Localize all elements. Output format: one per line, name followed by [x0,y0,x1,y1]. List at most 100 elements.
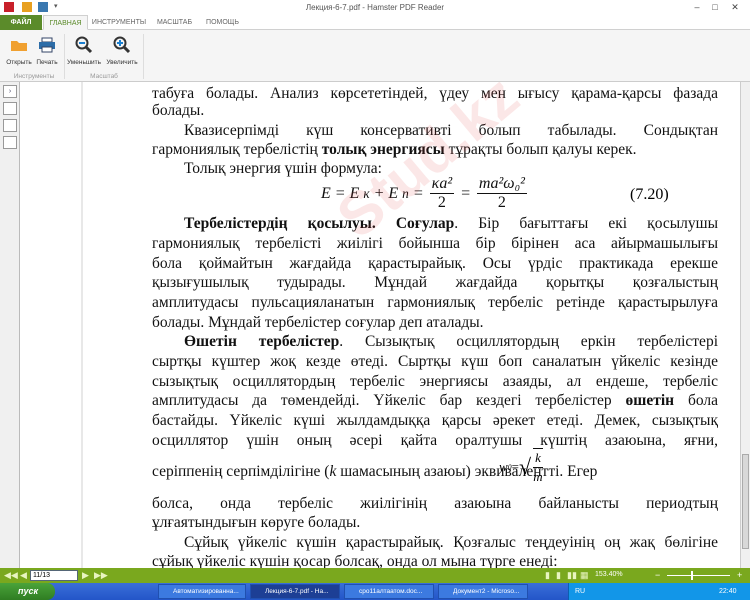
text-segment: тұрақты болып қалуы керек. [444,141,637,158]
text-segment: бола [674,392,718,409]
fraction: ma²ω₀² 2 [476,175,527,212]
text-line: ұлғаятындығын көруге болады. [152,513,718,532]
text-segment: Квазисерпімді күш консервативті болып та… [184,122,718,139]
single-page-icon[interactable]: ▮ [545,571,550,580]
zoom-in-button[interactable]: Увеличить [104,34,140,66]
text-line: бола қоймайтын жағдайда қарастырайық. Ос… [152,254,718,273]
text-segment: Сұйық үйкеліс күшін қарастырайық. Қозғал… [184,534,718,551]
zoom-out-label: Уменьшить [66,59,102,66]
bold-text: Өшетін тербелістер [184,333,340,350]
formula-sub: к [363,185,370,201]
group-label-tools: Инструменты [13,73,55,80]
formula-part: w [499,459,508,474]
next-page-icon[interactable]: ▶ [82,571,89,580]
text-segment: гармониялық тербелістің [152,141,322,158]
close-button[interactable]: ✕ [728,2,742,12]
task-word-doc2[interactable]: Документ2 - Microso... [438,584,528,599]
sqrt-sign: √ [519,454,532,479]
minimize-button[interactable]: – [690,2,704,12]
text-segment: қызығушылық тудырады. Мұндай жағдайда қо… [152,274,718,291]
task-pdf-reader[interactable]: Лекция-6-7.pdf - На... [250,584,340,599]
tab-help[interactable]: ПОМОЩЬ [200,15,245,30]
open-label: Открыть [6,59,32,66]
language-indicator[interactable]: RU [575,583,585,600]
printer-icon [32,34,62,56]
denominator: m [533,469,543,484]
taskbar: пуск Автоматизированна... Лекция-6-7.pdf… [0,583,750,600]
text-segment: болады. [152,102,205,119]
clock: 22:40 [719,588,737,595]
text-line: болса, онда тербеліс жиілігінің азаюына … [152,494,718,513]
bold-text: толық энергиясы [321,141,445,158]
formula-part: = [511,459,520,474]
print-button[interactable]: Печать [32,34,62,66]
grid-icon[interactable]: ▦ [580,571,589,580]
continuous-icon[interactable]: ▮ [556,571,561,580]
scrollbar-thumb[interactable] [742,454,749,549]
fraction: km [533,448,543,486]
text-line: амплитудасы пульсацияланатын гармониялық… [152,293,718,312]
text-segment: сұйық үйкеліс күшін қосар болсақ, онда о… [152,553,558,568]
text-line: осциллятор үшін оның әсері қайта оралтуш… [152,431,718,450]
page-edge [81,82,83,568]
text-segment: бола қоймайтын жағдайда қарастырайық. Ос… [152,255,718,272]
ribbon-tabs: ФАЙЛ ГЛАВНАЯ ИНСТРУМЕНТЫ МАСШТАБ ПОМОЩЬ [0,15,750,30]
tab-zoom[interactable]: МАСШТАБ [152,15,197,30]
bold-text: Тербелістердің қосылуы. Соғулар [184,215,455,232]
first-page-icon[interactable]: ◀◀ [4,571,18,580]
formula-part: + E [373,184,399,202]
status-bar: ◀◀ ◀ 11/13 ▶ ▶▶ ▮ ▮ ▮▮ ▦ 153.40% − + [0,568,750,583]
zoom-out-button[interactable]: Уменьшить [66,34,102,66]
denominator: 2 [497,194,506,211]
bookmarks-icon[interactable] [3,102,17,115]
text-segment: болады. Мұндай тербелістер соғулар деп а… [152,314,484,331]
text-line: Квазисерпімді күш консервативті болып та… [152,121,718,140]
tab-tools[interactable]: ИНСТРУМЕНТЫ [90,15,148,30]
text-segment: амплитудасы да төмендейді. Үйкеліс бар к… [152,392,626,409]
open-button[interactable]: Открыть [4,34,34,66]
task-browser[interactable]: Автоматизированна... [158,584,246,599]
tab-file[interactable]: ФАЙЛ [0,15,42,30]
document-page: табуға болады. Анализ көрсететіндей, үде… [21,82,740,568]
denominator: 2 [437,194,446,211]
formula-part: = [460,184,471,202]
vertical-scrollbar[interactable] [740,82,750,568]
text-segment: . Сызықтық осциллятордың еркін тербеліст… [339,333,718,350]
energy-formula: E = Eк + Eп = κa² 2 = ma²ω₀² 2 [321,175,529,212]
zoom-slider[interactable] [667,571,730,580]
two-page-icon[interactable]: ▮▮ [567,571,577,580]
prev-page-icon[interactable]: ◀ [20,571,27,580]
text-segment: гармониялық тербелісті жиілігі бойынша б… [152,235,718,252]
zoom-plus-button[interactable]: + [737,571,742,580]
formula-sub: п [402,185,409,201]
text-line: серіппенің серпімділігіне (k шамасының а… [152,462,718,481]
start-button[interactable]: пуск [0,583,55,600]
zoom-in-label: Увеличить [106,59,138,66]
text-line: сызықтық осциллятордың тербеліс энергияс… [152,372,718,391]
page-number-input[interactable]: 11/13 [30,570,78,581]
text-line: амплитудасы да төмендейді. Үйкеліс бар к… [152,391,718,410]
thumbnails-icon[interactable] [3,119,17,132]
zoom-slider-knob[interactable] [691,571,693,580]
title-bar: ▾ Лекция-6-7.pdf - Hamster PDF Reader – … [0,0,750,15]
maximize-button[interactable]: □ [708,2,722,12]
text-line: гармониялық тербелісті жиілігі бойынша б… [152,234,718,253]
tab-home[interactable]: ГЛАВНАЯ [43,15,88,30]
print-label: Печать [36,59,58,66]
text-line: болады. Мұндай тербелістер соғулар деп а… [152,313,718,332]
text-segment: бастайды. Үйкеліс күші жылдамдыққа қарсы… [152,412,718,429]
sidebar: › [0,82,20,568]
text-segment: . Бір бағыттағы екі қосылушы [454,215,718,232]
folder-icon [4,34,34,56]
sidebar-toggle-button[interactable]: › [3,85,17,98]
attachments-icon[interactable] [3,136,17,149]
text-segment: табуға болады. Анализ көрсететіндей, үде… [152,85,718,102]
last-page-icon[interactable]: ▶▶ [94,571,108,580]
system-tray: RU 22:40 [568,583,750,600]
formula-part: E = E [321,184,360,202]
text-line: бастайды. Үйкеліс күші жылдамдыққа қарсы… [152,411,718,430]
task-word-doc[interactable]: сро11алтаатом.doc... [344,584,434,599]
text-line: гармониялық тербелістің толық энергиясы … [152,140,718,159]
text-line: сұйық үйкеліс күшін қосар болсақ, онда о… [152,552,718,568]
zoom-minus-button[interactable]: − [655,571,660,580]
